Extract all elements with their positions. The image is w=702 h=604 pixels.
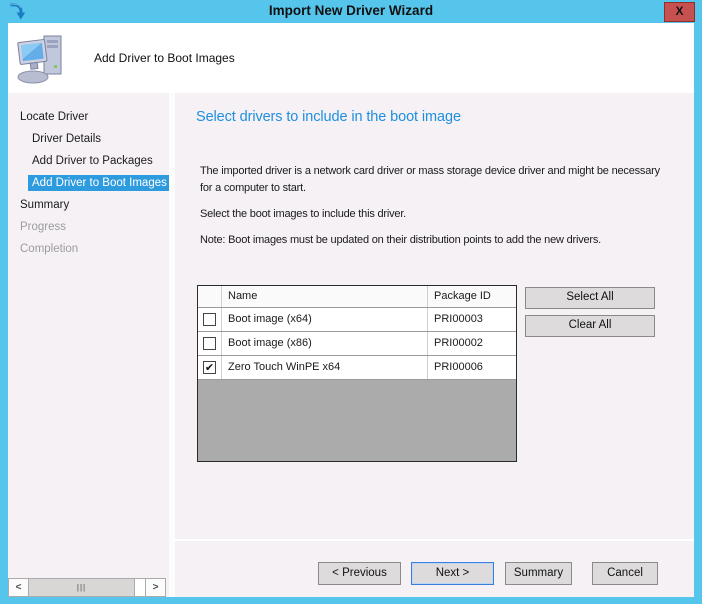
wizard-content: Select drivers to include in the boot im… — [175, 93, 694, 597]
intro-paragraph-line2: for a computer to start. — [200, 180, 694, 197]
checkbox-column-header — [198, 286, 222, 307]
wizard-body: Locate Driver Driver Details Add Driver … — [8, 93, 694, 597]
scrollbar-track[interactable] — [135, 579, 145, 596]
titlebar: Import New Driver Wizard X — [0, 0, 702, 23]
close-button[interactable]: X — [664, 2, 695, 22]
row-name: Boot image (x64) — [222, 308, 428, 331]
window-title: Import New Driver Wizard — [0, 3, 702, 18]
sidebar-item-locate-driver[interactable]: Locate Driver — [8, 106, 169, 128]
row-checkbox[interactable]: ✔ — [203, 361, 216, 374]
scroll-right-icon[interactable]: > — [145, 579, 165, 596]
intro-paragraph-line1: The imported driver is a network card dr… — [200, 163, 694, 180]
sidebar-item-add-driver-to-boot-images[interactable]: Add Driver to Boot Images — [28, 175, 169, 191]
boot-images-table: Name Package ID Boot image (x64) PRI0000… — [197, 285, 517, 462]
summary-button[interactable]: Summary — [505, 562, 572, 585]
row-name: Zero Touch WinPE x64 — [222, 356, 428, 379]
sidebar-item-progress: Progress — [8, 216, 169, 238]
next-button[interactable]: Next > — [411, 562, 494, 585]
select-instruction-text: Select the boot images to include this d… — [200, 206, 694, 223]
computer-icon — [16, 31, 68, 85]
intro-paragraph: The imported driver is a network card dr… — [200, 163, 694, 197]
header-title: Add Driver to Boot Images — [94, 51, 235, 65]
row-package-id: PRI00002 — [428, 332, 516, 355]
clear-all-button[interactable]: Clear All — [525, 315, 655, 337]
footer-divider — [175, 539, 694, 541]
wizard-header: Add Driver to Boot Images — [8, 23, 694, 93]
wizard-steps-sidebar: Locate Driver Driver Details Add Driver … — [8, 93, 169, 597]
note-text: Note: Boot images must be updated on the… — [200, 232, 694, 249]
table-row[interactable]: ✔ Zero Touch WinPE x64 PRI00006 — [198, 356, 516, 380]
sidebar-item-add-driver-to-packages[interactable]: Add Driver to Packages — [8, 150, 169, 172]
scrollbar-thumb[interactable]: ||| — [29, 579, 135, 596]
row-name: Boot image (x86) — [222, 332, 428, 355]
table-row[interactable]: Boot image (x86) PRI00002 — [198, 332, 516, 356]
sidebar-item-driver-details[interactable]: Driver Details — [8, 128, 169, 150]
page-title: Select drivers to include in the boot im… — [196, 109, 461, 125]
row-package-id: PRI00006 — [428, 356, 516, 379]
table-row[interactable]: Boot image (x64) PRI00003 — [198, 308, 516, 332]
row-checkbox[interactable] — [203, 313, 216, 326]
sidebar-horizontal-scrollbar[interactable]: < ||| > — [8, 578, 166, 597]
table-header-row: Name Package ID — [198, 286, 516, 308]
previous-button[interactable]: < Previous — [318, 562, 401, 585]
row-checkbox[interactable] — [203, 337, 216, 350]
sidebar-item-completion: Completion — [8, 238, 169, 260]
cancel-button[interactable]: Cancel — [592, 562, 658, 585]
select-all-button[interactable]: Select All — [525, 287, 655, 309]
scroll-left-icon[interactable]: < — [9, 579, 29, 596]
package-id-column-header: Package ID — [428, 286, 516, 307]
name-column-header: Name — [222, 286, 428, 307]
import-new-driver-wizard-window: { "window": { "title": "Import New Drive… — [0, 0, 702, 604]
row-package-id: PRI00003 — [428, 308, 516, 331]
sidebar-item-summary[interactable]: Summary — [8, 194, 169, 216]
